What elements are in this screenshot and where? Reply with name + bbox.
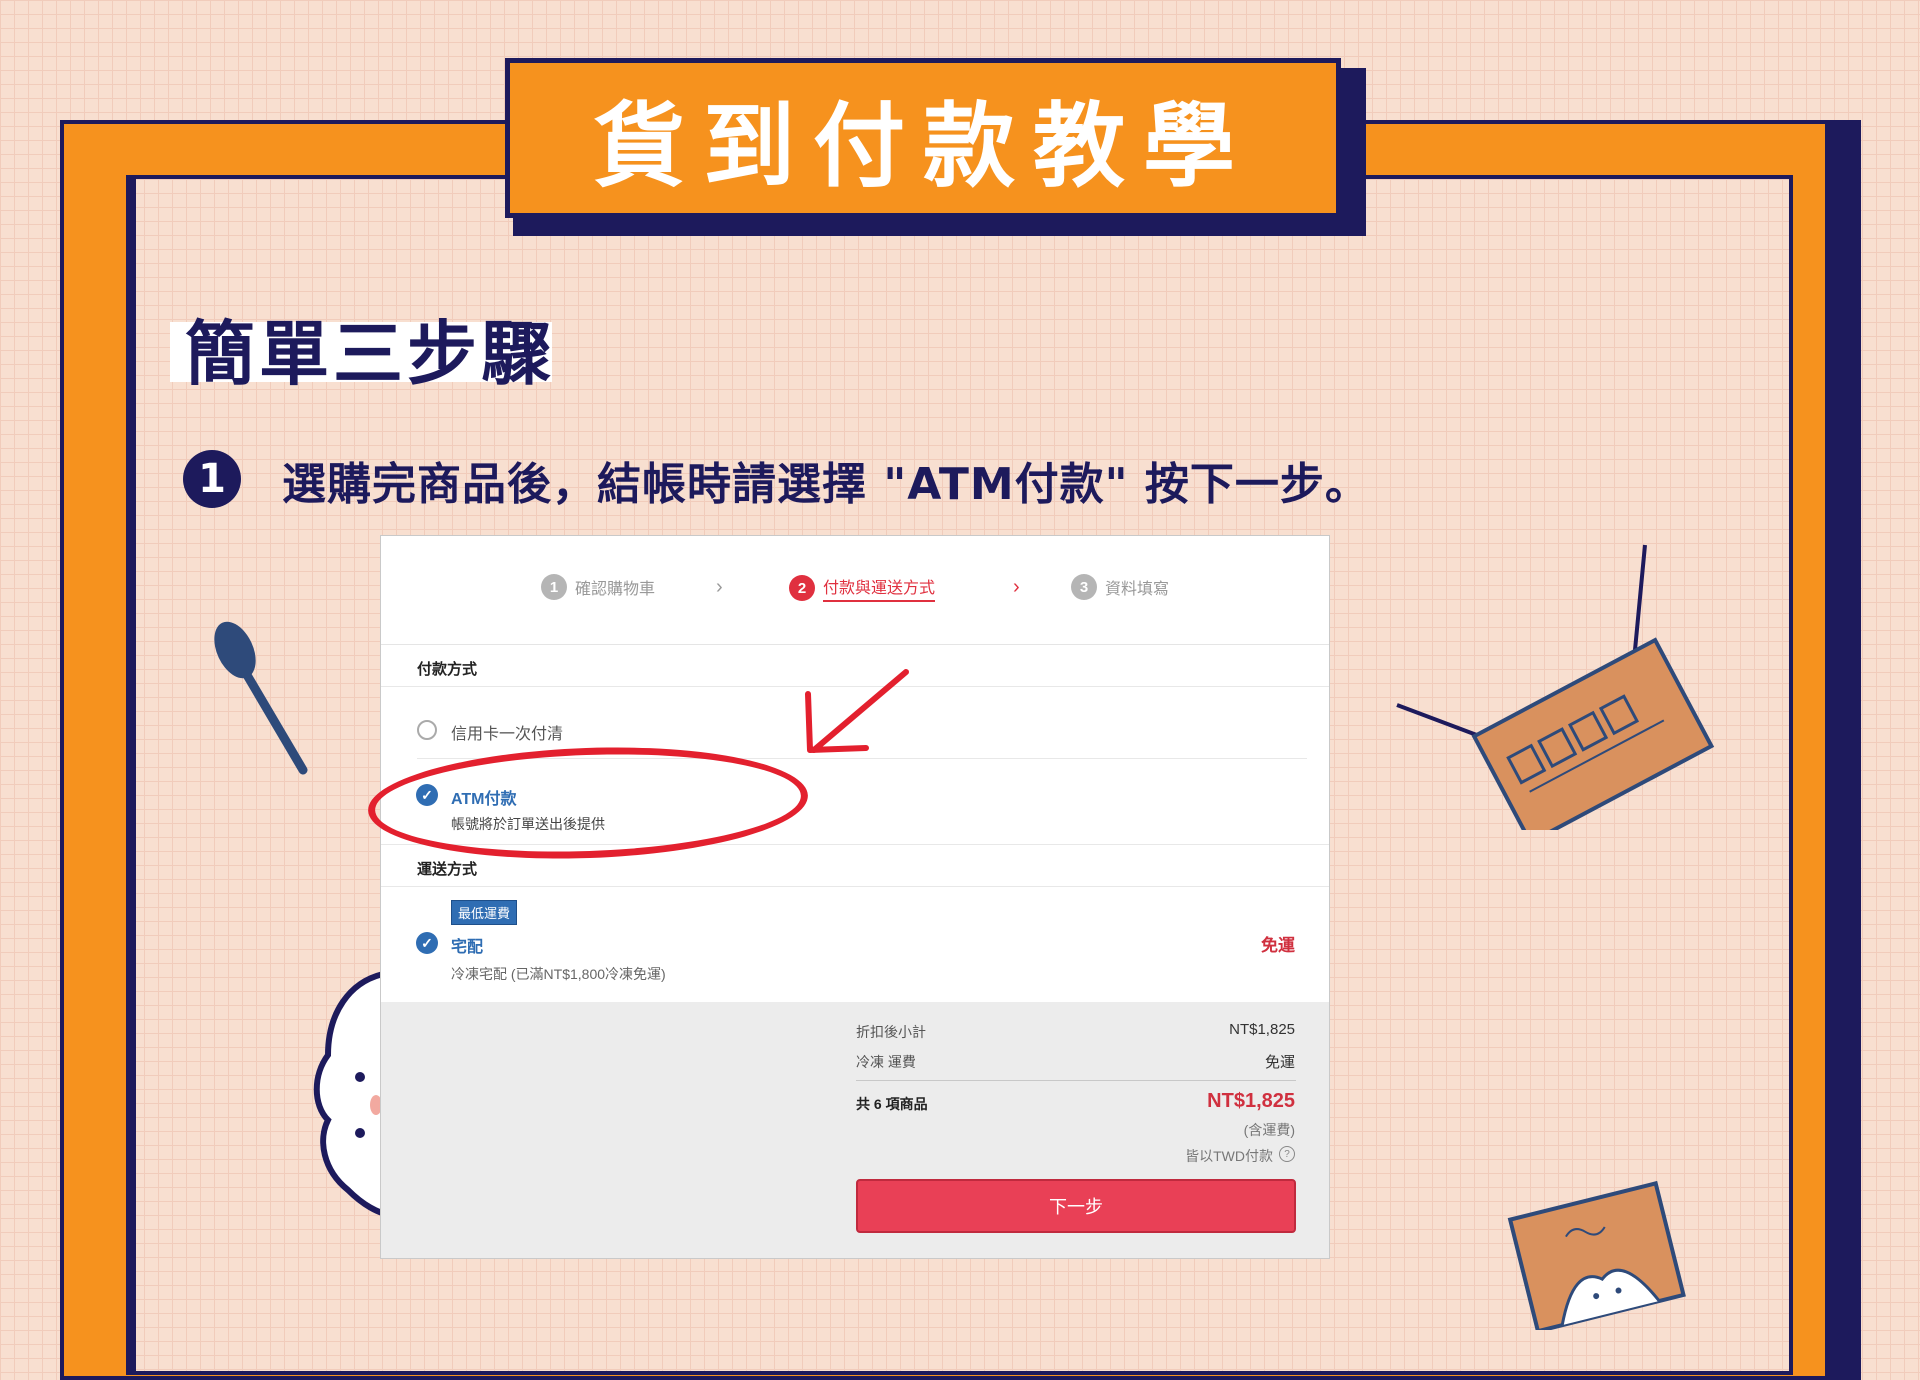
home-delivery-note: 冷凍宅配 (已滿NT$1,800冷凍免運) (451, 966, 666, 982)
shipping-fee-label: 冷凍 運費 (856, 1054, 916, 1070)
home-delivery-label[interactable]: 宅配 (451, 933, 483, 957)
progress-step-label: 付款與運送方式 (823, 574, 936, 602)
section-heading: 簡單三步驟 (185, 313, 555, 395)
chevron-right-icon: › (716, 576, 723, 598)
shipping-section-title: 運送方式 (417, 861, 478, 878)
payment-section-title: 付款方式 (417, 661, 478, 678)
lowest-shipping-badge: 最低運費 (451, 900, 518, 925)
progress-step-number: 3 (1071, 574, 1097, 600)
spoon-icon (214, 621, 308, 775)
inner-frame-edge (126, 175, 136, 1375)
help-icon[interactable]: ? (1279, 1146, 1295, 1162)
progress-step-cart[interactable]: 1 確認購物車 (541, 574, 655, 600)
divider (856, 1080, 1296, 1081)
total-value: NT$1,825 (1207, 1090, 1295, 1112)
checkout-screenshot: 1 確認購物車 › 2 付款與運送方式 › 3 資料填寫 付款方式 信用卡一次付… (380, 535, 1330, 1259)
shipping-fee-value: 免運 (1264, 1054, 1295, 1071)
home-delivery-radio-checked-icon[interactable]: ✓ (416, 932, 438, 954)
tax-note: (含運費) (1243, 1122, 1295, 1138)
progress-step-label: 確認購物車 (575, 581, 656, 598)
step-instruction: 選購完商品後，結帳時請選擇 "ATM付款" 按下一步。 (282, 459, 1370, 510)
shipping-price: 免運 (1261, 936, 1295, 955)
currency-note: 皆以TWD付款 (1185, 1148, 1273, 1164)
checkout-progress: 1 確認購物車 › 2 付款與運送方式 › 3 資料填寫 (381, 536, 1329, 645)
item-count-label: 共 6 項商品 (856, 1096, 928, 1112)
subtotal-value: NT$1,825 (1229, 1021, 1295, 1038)
progress-step-label: 資料填寫 (1105, 581, 1170, 598)
next-step-button[interactable]: 下一步 (856, 1179, 1296, 1233)
progress-step-payment[interactable]: 2 付款與運送方式 (789, 574, 936, 602)
frame-shadow (1825, 120, 1861, 1380)
divider (381, 886, 1329, 887)
subtotal-label: 折扣後小計 (856, 1024, 926, 1040)
cat-box-icon (1507, 1180, 1686, 1330)
progress-step-number: 1 (541, 574, 567, 600)
title-banner: 貨到付款教學 (505, 58, 1341, 218)
credit-card-radio[interactable] (417, 720, 437, 740)
arrow-icon (805, 669, 909, 753)
progress-step-number: 2 (789, 575, 815, 601)
credit-card-option-label[interactable]: 信用卡一次付清 (451, 720, 563, 744)
step-number-badge: 1 (183, 450, 241, 508)
page-title: 貨到付款教學 (592, 92, 1253, 200)
chevron-right-icon: › (1013, 576, 1020, 598)
hanging-box-icon (1396, 544, 1715, 830)
progress-step-info[interactable]: 3 資料填寫 (1071, 574, 1169, 600)
